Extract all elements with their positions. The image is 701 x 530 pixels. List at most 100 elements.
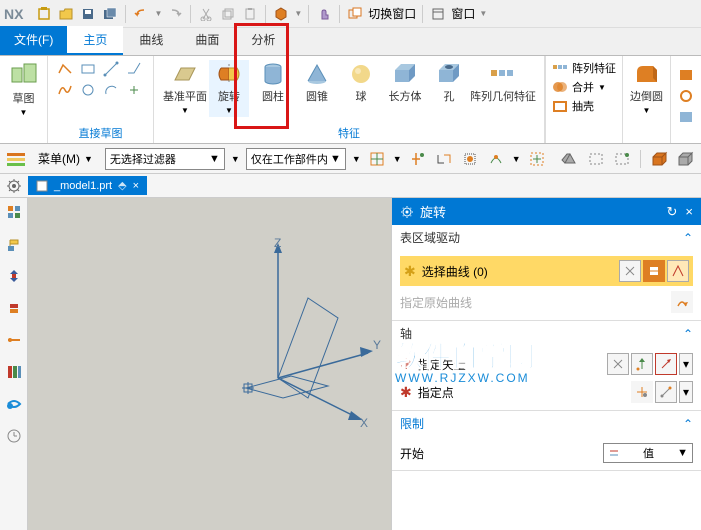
fb-view-3[interactable] — [612, 149, 632, 169]
close-tab-icon[interactable]: × — [133, 180, 139, 192]
fb-icon-5[interactable] — [486, 149, 506, 169]
curve-rule-button[interactable] — [667, 260, 689, 282]
switch-window-label[interactable]: 切换窗口 — [368, 5, 416, 22]
redo-icon[interactable] — [166, 5, 184, 23]
model-tab[interactable]: _model1.prt ⬘ × — [28, 176, 147, 195]
menu-button[interactable]: 菜单(M)▼ — [32, 148, 99, 169]
sketch-section-button[interactable] — [619, 260, 641, 282]
tab-home[interactable]: 主页 — [67, 26, 123, 55]
nav-icon-6[interactable] — [4, 362, 24, 382]
save-all-icon[interactable] — [101, 5, 119, 23]
nav-icon-8[interactable] — [4, 426, 24, 446]
vector-button-2[interactable] — [631, 353, 653, 375]
settings-icon[interactable] — [4, 176, 24, 196]
blend-button[interactable]: 边倒圆 ▼ — [627, 60, 667, 117]
point-icon[interactable] — [125, 81, 143, 99]
pin-icon[interactable]: ⬘ — [118, 179, 126, 192]
extra-icon-1[interactable] — [677, 66, 695, 84]
copy-icon[interactable] — [219, 5, 237, 23]
window-dropdown[interactable]: ▼ — [479, 9, 487, 18]
touch-icon[interactable] — [315, 5, 333, 23]
panel-refresh-icon[interactable]: ↻ — [667, 204, 678, 220]
point-button-2[interactable] — [655, 381, 677, 403]
cylinder-button[interactable]: 圆柱 — [253, 60, 293, 117]
tab-surface[interactable]: 曲面 — [179, 26, 235, 55]
fb-icon-2[interactable] — [408, 149, 428, 169]
paste-icon[interactable] — [241, 5, 259, 23]
ribbon: 草图 ▼ 直接草图 基准平面 ▼ 旋转 — [0, 56, 701, 144]
arc-icon[interactable] — [102, 81, 120, 99]
new-icon[interactable] — [35, 5, 53, 23]
select-curve-row[interactable]: ✱ 选择曲线 (0) — [400, 256, 693, 286]
fb-view-1[interactable] — [560, 149, 580, 169]
line-icon[interactable] — [102, 60, 120, 78]
cut-icon[interactable] — [197, 5, 215, 23]
gear-icon[interactable] — [400, 205, 414, 219]
arc-tool-icon[interactable] — [125, 60, 143, 78]
filter-menu-icon[interactable] — [6, 149, 26, 169]
unite-button[interactable]: 合并 ▼ — [552, 79, 616, 95]
window-label[interactable]: 窗口 — [451, 5, 475, 22]
z-axis-label: Z — [274, 236, 281, 250]
vector-button-1[interactable] — [607, 353, 629, 375]
cone-button[interactable]: 圆锥 — [297, 60, 337, 117]
open-icon[interactable] — [57, 5, 75, 23]
rectangle-icon[interactable] — [79, 60, 97, 78]
window-icon[interactable] — [429, 5, 447, 23]
section-axis-head[interactable]: 轴 ⌃ — [392, 321, 701, 346]
section-limit-head[interactable]: 限制 ⌃ — [392, 411, 701, 436]
extra-icon-3[interactable] — [677, 108, 695, 126]
pattern-geo-button[interactable]: 阵列几何特征 — [473, 60, 533, 117]
fb-icon-1[interactable] — [367, 149, 387, 169]
window-switch-icon[interactable] — [346, 5, 364, 23]
save-icon[interactable] — [79, 5, 97, 23]
viewport[interactable]: Z X Y — [28, 198, 391, 530]
curve-tool-button[interactable] — [643, 260, 665, 282]
shell-button[interactable]: 抽壳 — [552, 98, 616, 114]
start-row: 开始 值▼ — [400, 440, 693, 466]
panel-close-icon[interactable]: × — [685, 204, 693, 220]
datum-plane-button[interactable]: 基准平面 ▼ — [165, 60, 205, 117]
undo-icon[interactable] — [132, 5, 150, 23]
scope-combo[interactable]: 仅在工作部件内▼ — [246, 148, 346, 170]
start-value-combo[interactable]: 值▼ — [603, 443, 693, 463]
revolve-button[interactable]: 旋转 ▼ — [209, 60, 249, 117]
nav-icon-3[interactable] — [4, 266, 24, 286]
sketch-button[interactable]: 草图 ▼ — [4, 60, 44, 119]
fb-style-2[interactable] — [675, 149, 695, 169]
extra-icon-2[interactable] — [677, 87, 695, 105]
vector-button-3[interactable] — [655, 353, 677, 375]
tab-curve[interactable]: 曲线 — [123, 26, 179, 55]
feature-group-label: 特征 — [338, 125, 360, 141]
pattern-feat-button[interactable]: 阵列特征 — [552, 60, 616, 76]
tab-analysis[interactable]: 分析 — [235, 26, 291, 55]
nav-icon-1[interactable] — [4, 202, 24, 222]
original-curve-button[interactable] — [671, 291, 693, 313]
revolve-panel: 旋转 ↻ × 表区域驱动 ⌃ ✱ 选择曲线 (0) — [391, 198, 701, 530]
fb-icon-3[interactable] — [434, 149, 454, 169]
box-button[interactable]: 长方体 — [385, 60, 425, 117]
vector-menu-button[interactable]: ▾ — [679, 353, 693, 375]
coordinate-system — [28, 198, 388, 530]
nav-icon-7[interactable] — [4, 394, 24, 414]
undo-dropdown[interactable]: ▼ — [154, 9, 162, 18]
fb-icon-6[interactable] — [527, 149, 547, 169]
feature-dropdown[interactable]: ▼ — [294, 9, 302, 18]
circle-icon[interactable] — [79, 81, 97, 99]
nav-icon-4[interactable] — [4, 298, 24, 318]
filter-combo[interactable]: 无选择过滤器▼ — [105, 148, 225, 170]
profile-icon[interactable] — [56, 60, 74, 78]
sphere-button[interactable]: 球 — [341, 60, 381, 117]
feature-icon[interactable] — [272, 5, 290, 23]
fb-view-2[interactable] — [586, 149, 606, 169]
nav-icon-5[interactable] — [4, 330, 24, 350]
section-drive-head[interactable]: 表区域驱动 ⌃ — [392, 225, 701, 250]
hole-button[interactable]: 孔 — [429, 60, 469, 117]
tab-file[interactable]: 文件(F) — [0, 26, 67, 55]
fb-icon-4[interactable] — [460, 149, 480, 169]
point-button-1[interactable] — [631, 381, 653, 403]
point-menu-button[interactable]: ▾ — [679, 381, 693, 403]
spline-icon[interactable] — [56, 81, 74, 99]
fb-style-1[interactable] — [649, 149, 669, 169]
nav-icon-2[interactable] — [4, 234, 24, 254]
